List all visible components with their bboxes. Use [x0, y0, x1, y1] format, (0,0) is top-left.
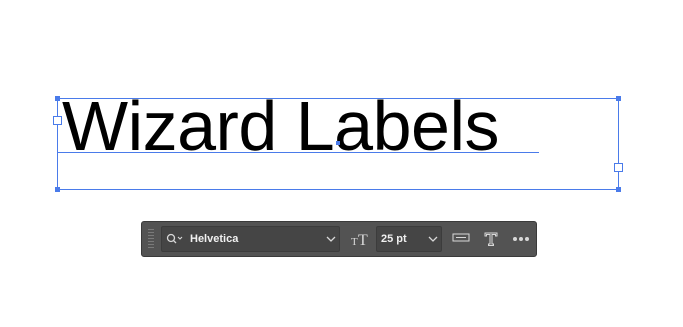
handle-bottom-left[interactable] — [55, 187, 60, 192]
center-point — [336, 141, 340, 145]
contextual-toolbar: Helvetica T T 25 pt — [141, 221, 537, 257]
toolbar-grip[interactable] — [148, 229, 154, 249]
text-frame-content[interactable]: Wizard Labels — [62, 86, 500, 166]
handle-bottom-right[interactable] — [616, 187, 621, 192]
font-family-value: Helvetica — [190, 233, 239, 245]
artboard: Wizard Labels Helvetica T T 25 pt — [0, 0, 683, 327]
search-icon[interactable] — [164, 228, 186, 250]
font-size-value: 25 pt — [381, 233, 407, 245]
font-family-field[interactable]: Helvetica — [161, 226, 340, 252]
svg-text:T: T — [358, 232, 368, 247]
svg-text:T: T — [351, 236, 358, 247]
handle-top-right[interactable] — [616, 96, 621, 101]
chevron-down-icon[interactable] — [323, 227, 339, 251]
more-options-icon[interactable] — [508, 226, 534, 252]
font-size-field[interactable]: 25 pt — [376, 226, 442, 252]
out-port-handle[interactable] — [614, 163, 623, 172]
handle-top-left[interactable] — [55, 96, 60, 101]
chevron-down-icon[interactable] — [425, 227, 441, 251]
font-size-icon: T T — [349, 227, 373, 251]
in-port-handle[interactable] — [53, 116, 62, 125]
type-tool-icon[interactable] — [478, 226, 504, 252]
paragraph-align-icon[interactable] — [448, 226, 474, 252]
